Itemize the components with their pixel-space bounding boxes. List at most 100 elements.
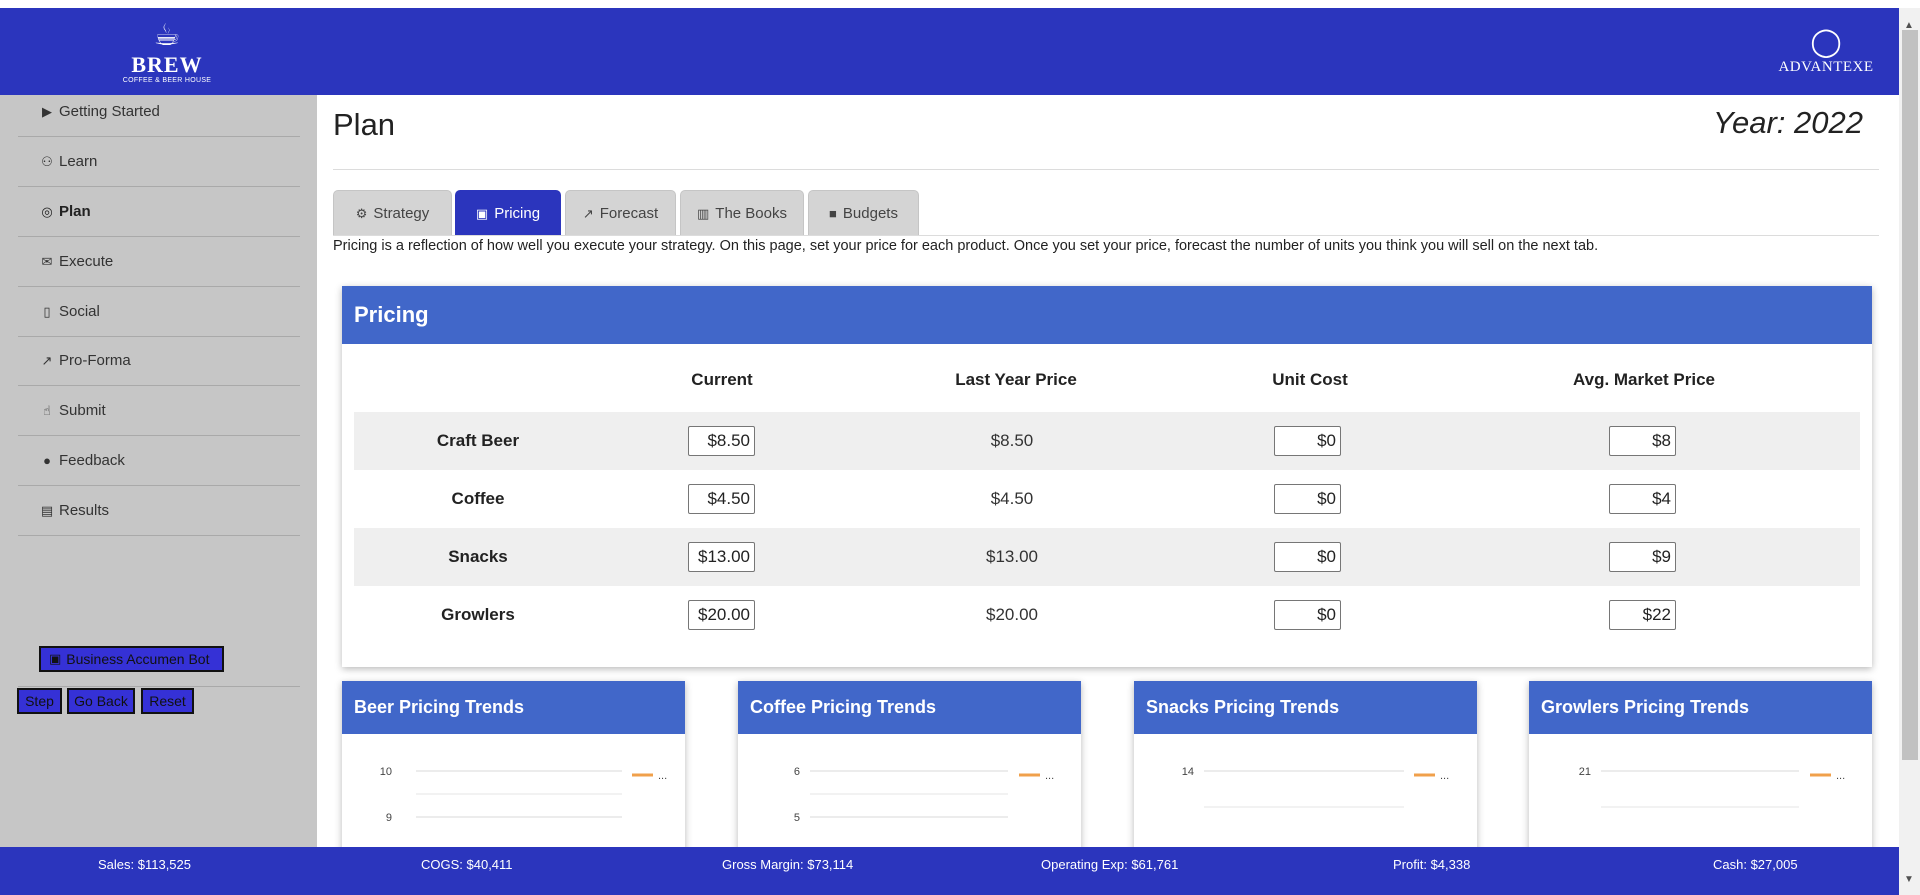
comment-icon: ● — [43, 453, 51, 468]
sidebar-item-label: Submit — [59, 402, 106, 419]
current-price-input[interactable]: $8.50 — [688, 426, 755, 456]
cup-icon: ☕ — [153, 19, 181, 52]
sidebar-item-learn[interactable]: ⚇ Learn — [18, 137, 300, 187]
tab-label: Strategy — [373, 205, 430, 222]
y-tick-label: 9 — [386, 812, 392, 824]
brew-logo-subtitle: COFFEE & BEER HOUSE — [122, 77, 212, 84]
operating-exp-summary: Operating Exp: $61,761 — [1041, 856, 1179, 872]
sales-summary: Sales: $113,525 — [98, 856, 191, 872]
sidebar: ▶ Getting Started ⚇ Learn ◎ Plan ✉ Execu… — [0, 95, 317, 847]
avg-market-price-field[interactable]: $22 — [1609, 600, 1676, 630]
column-header-avg-market-price: Avg. Market Price — [1572, 370, 1716, 389]
target-icon: ◎ — [41, 203, 53, 219]
unit-cost-field[interactable]: $0 — [1274, 542, 1341, 572]
unit-cost-field[interactable]: $0 — [1274, 426, 1341, 456]
tab-divider — [333, 235, 1879, 236]
tab-strategy[interactable]: ⚙ Strategy — [333, 190, 452, 236]
play-circle-icon: ▶ — [42, 103, 52, 119]
go-back-button[interactable]: Go Back — [67, 688, 135, 714]
trend-card-title: Growlers Pricing Trends — [1529, 681, 1872, 734]
tab-label: Pricing — [494, 205, 541, 222]
sidebar-item-label: Getting Started — [59, 103, 160, 120]
beer-trend-chart: 10 9 ... — [380, 766, 667, 824]
gross-margin-summary: Gross Margin: $73,114 — [722, 856, 854, 872]
reset-button[interactable]: Reset — [141, 688, 194, 714]
step-button[interactable]: Step — [17, 688, 62, 714]
product-name: Coffee — [451, 489, 505, 508]
page-title: Plan — [333, 107, 396, 142]
unit-cost-field[interactable]: $0 — [1274, 484, 1341, 514]
legend-label[interactable]: ... — [658, 770, 667, 782]
coffee-trend-chart: 6 5 ... — [794, 766, 1054, 824]
envelope-icon: ✉ — [41, 253, 53, 269]
cogs-summary: COGS: $40,411 — [421, 856, 513, 872]
sidebar-item-execute[interactable]: ✉ Execute — [18, 237, 300, 287]
legend-label[interactable]: ... — [1836, 770, 1845, 782]
business-accumen-bot-button[interactable]: ▣ Business Accumen Bot — [39, 646, 224, 672]
sidebar-item-label: Social — [59, 303, 100, 320]
y-tick-label: 14 — [1182, 766, 1194, 778]
tab-budgets[interactable]: ■ Budgets — [808, 190, 919, 236]
snacks-pricing-trends-card: Snacks Pricing Trends 14 ... — [1134, 681, 1477, 861]
globe-icon: ◯ — [1810, 26, 1842, 57]
app-header: ☕ BREW COFFEE & BEER HOUSE ◯ ADVANTEXE — [0, 8, 1899, 95]
table-row: Snacks $13.00 $13.00 $0 $9 — [354, 528, 1860, 586]
wallet-icon: ■ — [829, 206, 837, 221]
last-year-price: $13.00 — [986, 547, 1038, 566]
product-name: Craft Beer — [436, 431, 520, 450]
sidebar-item-feedback[interactable]: ● Feedback — [18, 436, 300, 486]
bot-button-label: Business Accumen Bot — [66, 651, 210, 667]
trend-card-title: Beer Pricing Trends — [342, 681, 685, 734]
scroll-down-arrow-icon[interactable]: ▼ — [1903, 874, 1915, 886]
current-price-input[interactable]: $13.00 — [688, 542, 755, 572]
sidebar-item-label: Feedback — [59, 452, 125, 469]
coffee-pricing-trends-card: Coffee Pricing Trends 6 5 ... — [738, 681, 1081, 861]
sidebar-divider — [18, 686, 300, 687]
legend-label[interactable]: ... — [1045, 770, 1054, 782]
sidebar-item-label: Execute — [59, 253, 114, 270]
money-bill-icon: ▣ — [475, 205, 489, 221]
product-name: Snacks — [448, 547, 508, 566]
last-year-price: $4.50 — [990, 489, 1034, 508]
avg-market-price-field[interactable]: $8 — [1609, 426, 1676, 456]
pricing-description: Pricing is a reflection of how well you … — [333, 238, 1599, 254]
top-strip — [0, 0, 1920, 8]
y-tick-label: 5 — [794, 812, 800, 824]
tab-pricing[interactable]: ▣ Pricing — [455, 190, 561, 236]
tab-the-books[interactable]: ▥ The Books — [680, 190, 804, 236]
avg-market-price-field[interactable]: $9 — [1609, 542, 1676, 572]
trend-card-title: Coffee Pricing Trends — [738, 681, 1081, 734]
year-label: Year: 2022 — [1713, 105, 1863, 140]
sidebar-item-pro-forma[interactable]: ↗ Pro-Forma — [18, 336, 300, 386]
report-icon: ▤ — [40, 502, 54, 518]
avg-market-price-field[interactable]: $4 — [1609, 484, 1676, 514]
tab-forecast[interactable]: ↗ Forecast — [565, 190, 676, 236]
sidebar-item-plan[interactable]: ◎ Plan — [18, 187, 300, 237]
mobile-icon: ▯ — [43, 303, 51, 319]
table-row: Growlers $20.00 $20.00 $0 $22 — [354, 586, 1860, 644]
sidebar-item-getting-started[interactable]: ▶ Getting Started — [18, 87, 300, 137]
sidebar-item-submit[interactable]: ☝ Submit — [18, 386, 300, 436]
legend-label[interactable]: ... — [1440, 770, 1449, 782]
y-tick-label: 21 — [1579, 766, 1591, 778]
current-price-input[interactable]: $20.00 — [688, 600, 755, 630]
tab-label: The Books — [715, 205, 787, 222]
sidebar-item-social[interactable]: ▯ Social — [18, 287, 300, 337]
main-content: Plan Year: 2022 ⚙ Strategy ▣ Pricing ↗ F… — [317, 95, 1899, 861]
cash-summary: Cash: $27,005 — [1713, 856, 1798, 872]
sidebar-item-label: Learn — [59, 153, 98, 170]
trend-card-title: Snacks Pricing Trends — [1134, 681, 1477, 734]
pricing-card-title: Pricing — [342, 286, 1872, 344]
pricing-card: Pricing Current Last Year Price Unit Cos… — [342, 286, 1872, 667]
beer-pricing-trends-card: Beer Pricing Trends 10 9 ... — [342, 681, 685, 861]
sidebar-item-results[interactable]: ▤ Results — [18, 486, 300, 536]
advantexe-logo[interactable]: ◯ ADVANTEXE — [1771, 26, 1881, 76]
scrollbar-thumb[interactable] — [1902, 30, 1918, 760]
unit-cost-field[interactable]: $0 — [1274, 600, 1341, 630]
chart-line-icon: ↗ — [582, 205, 594, 221]
sidebar-item-label: Plan — [59, 203, 91, 220]
snacks-trend-chart: 14 ... — [1182, 766, 1449, 808]
sidebar-item-label: Pro-Forma — [59, 352, 131, 369]
current-price-input[interactable]: $4.50 — [688, 484, 755, 514]
column-header-unit-cost: Unit Cost — [1272, 370, 1348, 389]
